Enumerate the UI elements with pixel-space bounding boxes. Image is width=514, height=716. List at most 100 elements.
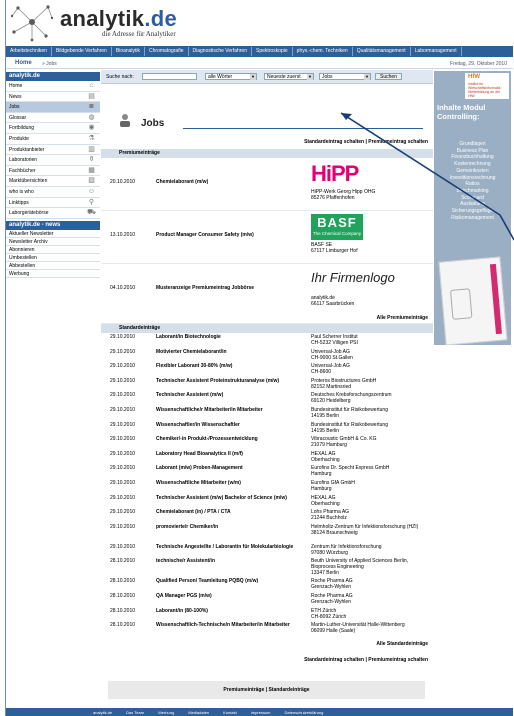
standard-job-row[interactable]: 29.10.2010 Technischer Assistent Proteins… (101, 377, 433, 392)
footer-link[interactable]: analytik.de (86, 710, 119, 715)
standard-job-row[interactable]: 28.10.2010 Wissenschaftlich-Technische/n … (101, 621, 433, 641)
footer-link[interactable]: Mediadaten (181, 710, 216, 715)
standard-job-row[interactable]: 28.10.2010 Qualified Person/ Teamleitung … (101, 577, 433, 592)
sidebar-item-produktanbieter[interactable]: Produktanbieter ▥ (6, 145, 100, 156)
search-input[interactable] (142, 73, 197, 80)
footer-link[interactable]: Das Team (119, 710, 151, 715)
sidebar-item-who-is-who[interactable]: who is who ☺ (6, 187, 100, 198)
standard-job-row[interactable]: 29.10.2010 Technischer Assistent (m/w) Deu… (101, 391, 433, 406)
job-title-link[interactable]: Laborant (m/w) Proben-Management (156, 465, 296, 471)
news-menu-item[interactable]: Aktueller Newsletter (6, 230, 100, 238)
site-logo-text[interactable]: analytik.de (60, 6, 177, 32)
search-button[interactable]: Suchen (375, 73, 402, 80)
premium-job-row[interactable]: 20.10.2010 Chemielaborant (m/w) HiPP HiP… (101, 158, 433, 211)
standard-job-row[interactable]: 29.10.2010 Laborant (m/w) Proben-Manageme… (101, 464, 433, 479)
footer-link[interactable]: Werbung (151, 710, 181, 715)
job-title-link[interactable]: QA Manager PGS (m/w) (156, 593, 296, 599)
standard-job-row[interactable]: 29.10.2010 promovierte/r Chemiker/in Helmh… (101, 523, 433, 543)
all-premium-link[interactable]: Alle Premiumeinträge (377, 315, 428, 321)
news-menu-item[interactable]: Abbestellen (6, 262, 100, 270)
nav-item[interactable]: Spektroskopie (252, 47, 293, 56)
nav-item[interactable]: Arbeitstechniken (6, 47, 52, 56)
post-entry-links-bottom-row: Standardeintrag schalten | Premiumeintra… (101, 649, 433, 669)
job-title-link[interactable]: Product Manager Consumer Safety (m/w) (156, 232, 296, 238)
company-logo-basf[interactable]: BASF The Chemical Company (311, 214, 363, 240)
job-title-link[interactable]: Wissenschaftliche/r Mitarbeiter/in Mitar… (156, 407, 296, 413)
sidebar-item-home[interactable]: Home ⌂ (6, 81, 100, 92)
sidebar-item-news[interactable]: News ▤ (6, 92, 100, 103)
breadcrumb-home-link[interactable]: Home (15, 60, 32, 66)
job-title-link[interactable]: Qualified Person/ Teamleitung PQBQ (m/w) (156, 578, 296, 584)
post-entry-links-top[interactable]: Standardeintrag schalten | Premiumeintra… (304, 139, 428, 145)
standard-job-row[interactable]: 29.10.2010 Flexibler Laborant 30-80% (m/w… (101, 362, 433, 377)
premium-job-row[interactable]: 13.10.2010 Product Manager Consumer Safe… (101, 211, 433, 264)
job-title-link[interactable]: Technischer Assistent (m/w) (156, 392, 296, 398)
post-entry-links-bottom[interactable]: Standardeintrag schalten | Premiumeintra… (304, 657, 428, 663)
job-title-link[interactable]: Technischer Assistent Proteinstrukturana… (156, 378, 296, 384)
molecule-logo-icon[interactable] (10, 2, 54, 42)
sidebar-item-linktipps[interactable]: Linktipps ⚲ (6, 198, 100, 209)
sidebar-item-fachb-cher[interactable]: Fachbücher ▦ (6, 166, 100, 177)
sidebar-item-fortbildung[interactable]: Fortbildung ◉ (6, 123, 100, 134)
standard-job-row[interactable]: 29.10.2010 Laboratory Head Bioanalytics I… (101, 450, 433, 465)
sidebar-item-laborger-teb-rse[interactable]: Laborgerätebörse ⛟ (6, 208, 100, 219)
job-title-link[interactable]: Chemielaborant (in) / PTA / CTA (156, 509, 296, 515)
news-menu-item[interactable]: Newsletter Archiv (6, 238, 100, 246)
placeholder-logo[interactable]: Ihr Firmenlogo (311, 267, 395, 293)
word-mode-select[interactable]: alle Wörter ▼ (205, 73, 257, 80)
footer-link[interactable]: Impressum (244, 710, 278, 715)
standard-job-row[interactable]: 29.10.2010 Wissenschaftliche/r Mitarbeite… (101, 406, 433, 421)
nav-item[interactable]: Bioanalytik (112, 47, 146, 56)
sidebar-item-jobs[interactable]: Jobs ◙ (6, 102, 100, 113)
job-title-link[interactable]: Chemielaborant (m/w) (156, 179, 296, 185)
nav-item[interactable]: Bildgebende Verfahren (52, 47, 112, 56)
job-title-link[interactable]: Wissenschaftlich-Technische/n Mitarbeite… (156, 622, 296, 628)
search-area-select[interactable]: Jobs ▼ (319, 73, 371, 80)
standard-job-row[interactable]: 28.10.2010 QA Manager PGS (m/w) Roche Phar… (101, 592, 433, 607)
sort-order-select[interactable]: Neueste zuerst ▼ (264, 73, 314, 80)
sidebar-item-produkte[interactable]: Produkte ⚗ (6, 134, 100, 145)
standard-job-row[interactable]: 29.10.2010 Technischer Assistent (m/w) Ba… (101, 494, 433, 509)
footer-link[interactable]: Kontakt (216, 710, 244, 715)
all-standard-link[interactable]: Alle Standardeinträge (376, 641, 428, 647)
job-title-link[interactable]: technische/r Assistent/in (156, 558, 296, 564)
job-title-link[interactable]: Wissenschaftliche Mitarbeiter (w/m) (156, 480, 296, 486)
footer-link[interactable]: Datenschutzerklärung (278, 710, 331, 715)
job-title-link[interactable]: Wissenschaftler/in Wissenschaftler (156, 422, 296, 428)
standard-job-row[interactable]: 29.10.2010 Chemielaborant (in) / PTA / CT… (101, 508, 433, 523)
sidebar-item-glossar[interactable]: Glossar ◍ (6, 113, 100, 124)
job-title-link[interactable]: Musteranzeige Premiumeintrag Jobbörse (156, 285, 296, 291)
job-title-link[interactable]: Laborant/in Biotechnologie (156, 334, 296, 340)
premium-job-row[interactable]: 04.10.2010 Musteranzeige Premiumeintrag … (101, 264, 433, 324)
job-title-link[interactable]: Chemiker/-in Produkt-/Prozessentwicklung (156, 436, 296, 442)
nav-item[interactable]: phys.-chem. Techniken (293, 47, 353, 56)
standard-job-row[interactable]: 28.10.2010 technische/r Assistent/in Beuth… (101, 557, 433, 577)
sidebar-item-laboratorien[interactable]: Laboratorien ⚱ (6, 155, 100, 166)
news-menu-item[interactable]: Werbung (6, 270, 100, 278)
job-title-link[interactable]: Technischer Assistent (m/w) Bachelor of … (156, 495, 296, 501)
nav-item[interactable]: Chromatografie (145, 47, 189, 56)
advertisement-banner[interactable]: HfW Institut für Wirtschaftsinformatik W… (434, 71, 511, 345)
entry-type-filter[interactable]: Premiumeinträge | Standardeinträge (108, 681, 425, 700)
job-title-link[interactable]: Flexibler Laborant 30-80% (m/w) (156, 363, 296, 369)
standard-job-row[interactable]: 29.10.2010 Motivierter Chemielaborant/in U… (101, 348, 433, 363)
job-title-link[interactable]: Laborant/in (80-100%) (156, 608, 296, 614)
title-divider (183, 128, 423, 129)
standard-job-row[interactable]: 29.10.2010 Chemiker/-in Produkt-/Prozesse… (101, 435, 433, 450)
standard-job-row[interactable]: 29.10.2010 Technische Angestellte / Labor… (101, 543, 433, 558)
standard-job-row[interactable]: 29.10.2010 Laborant/in Biotechnologie Paul… (101, 333, 433, 348)
company-logo-hipp[interactable]: HiPP (311, 161, 363, 187)
standard-job-row[interactable]: 29.10.2010 Wissenschaftler/in Wissenschaf… (101, 421, 433, 436)
nav-item[interactable]: Qualitätsmanagement (353, 47, 411, 56)
sidebar-item-markt-bersichten[interactable]: Marktübersichten ▧ (6, 176, 100, 187)
job-title-link[interactable]: Technische Angestellte / Laborantin für … (156, 544, 296, 550)
news-menu-item[interactable]: Umbestellen (6, 254, 100, 262)
news-menu-item[interactable]: Abonnieren (6, 246, 100, 254)
nav-item[interactable]: Labormanagement (411, 47, 462, 56)
standard-job-row[interactable]: 28.10.2010 Laborant/in (80-100%) ETH Züric… (101, 607, 433, 622)
job-title-link[interactable]: Laboratory Head Bioanalytics II (m/f) (156, 451, 296, 457)
job-title-link[interactable]: Motivierter Chemielaborant/in (156, 349, 296, 355)
nav-item[interactable]: Diagnostische Verfahren (189, 47, 252, 56)
job-title-link[interactable]: promovierte/r Chemiker/in (156, 524, 296, 530)
standard-job-row[interactable]: 29.10.2010 Wissenschaftliche Mitarbeiter … (101, 479, 433, 494)
